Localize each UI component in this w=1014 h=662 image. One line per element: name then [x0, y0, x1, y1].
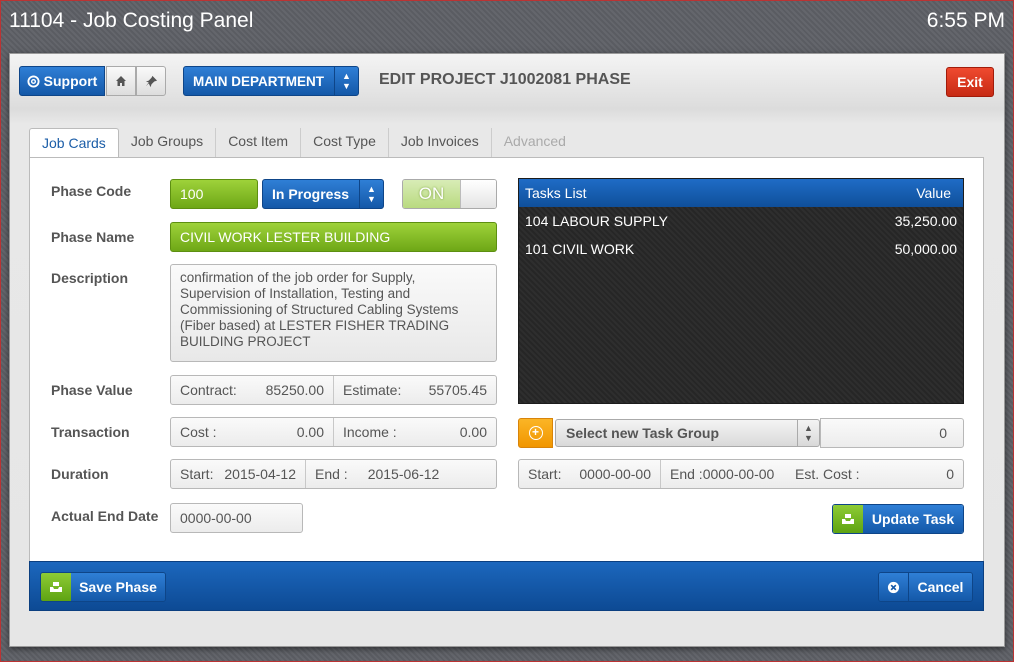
- start-date-cell[interactable]: Start: 2015-04-12: [171, 460, 305, 488]
- task-group-value-field[interactable]: 0: [820, 418, 964, 448]
- transaction-field: Cost : 0.00 Income : 0.00: [170, 417, 497, 447]
- est-cost-label: Est. Cost :: [795, 466, 860, 482]
- support-button[interactable]: Support: [19, 66, 105, 96]
- updown-arrow-icon: ▲ ▼: [797, 420, 819, 446]
- duration-field: Start: 2015-04-12 End : 2015-06-12: [170, 459, 497, 489]
- end-date-cell[interactable]: End : 2015-06-12: [305, 460, 496, 488]
- task-value: 50,000.00: [894, 241, 957, 257]
- duration-label: Duration: [51, 466, 109, 482]
- tab-cost-type[interactable]: Cost Type: [301, 128, 389, 158]
- task-start-cell[interactable]: Start: 0000-00-00: [519, 460, 660, 488]
- updown-arrow-icon: ▲ ▼: [359, 180, 383, 208]
- tab-job-invoices[interactable]: Job Invoices: [389, 128, 492, 158]
- est-cost-value: 0: [946, 466, 954, 482]
- actual-end-date-field[interactable]: 0000-00-00: [170, 503, 303, 533]
- status-select[interactable]: In Progress ▲ ▼: [262, 179, 384, 209]
- contract-cell: Contract: 85250.00: [171, 376, 333, 404]
- toggle-label: ON: [403, 180, 460, 208]
- cost-cell: Cost : 0.00: [171, 418, 333, 446]
- exit-button[interactable]: Exit: [946, 67, 994, 97]
- cancel-label: Cancel: [909, 573, 972, 601]
- start-label: Start:: [180, 466, 214, 482]
- phase-value-label: Phase Value: [51, 382, 133, 398]
- add-task-group-button[interactable]: +: [518, 418, 553, 448]
- save-phase-label: Save Phase: [71, 573, 165, 601]
- estimate-cell: Estimate: 55705.45: [333, 376, 496, 404]
- phase-code-field[interactable]: 100: [170, 179, 258, 209]
- clock: 6:55 PM: [926, 9, 1005, 32]
- description-label: Description: [51, 270, 129, 286]
- task-name: 101 CIVIL WORK: [525, 241, 635, 257]
- task-dates-field: Start: 0000-00-00 End :0000-00-00 Est. C…: [518, 459, 964, 489]
- footer-bar: Save Phase Cancel: [29, 561, 984, 611]
- update-task-button[interactable]: Update Task: [832, 504, 964, 534]
- toggle-knob: [460, 180, 496, 208]
- cost-value: 0.00: [296, 424, 324, 440]
- job-card-form: Phase Code 100 In Progress ▲ ▼ ON Phase N…: [29, 157, 984, 561]
- task-start-value: 0000-00-00: [579, 466, 651, 482]
- phase-name-label: Phase Name: [51, 229, 135, 245]
- end-value: 2015-06-12: [367, 466, 440, 482]
- home-icon: [116, 76, 126, 86]
- est-cost-cell[interactable]: Est. Cost : 0: [786, 460, 963, 488]
- task-value: 35,250.00: [894, 213, 957, 229]
- plus-icon: +: [528, 426, 543, 440]
- contract-label: Contract:: [180, 382, 237, 398]
- tab-job-groups[interactable]: Job Groups: [119, 128, 217, 158]
- tab-job-cards[interactable]: Job Cards: [29, 128, 119, 159]
- income-label: Income :: [343, 424, 397, 440]
- support-label: Support: [43, 73, 98, 89]
- on-off-toggle[interactable]: ON: [402, 179, 497, 209]
- tasks-header-value: Value: [916, 185, 951, 201]
- cancel-button[interactable]: Cancel: [878, 572, 973, 602]
- close-circle-icon: [879, 573, 909, 601]
- window-title: 11104 - Job Costing Panel: [9, 9, 254, 32]
- updown-arrow-icon: ▲ ▼: [334, 67, 358, 95]
- tab-bar: Job Cards Job Groups Cost Item Cost Type…: [29, 128, 578, 159]
- home-button[interactable]: [106, 66, 136, 96]
- cost-label: Cost :: [180, 424, 217, 440]
- list-item[interactable]: 104 LABOUR SUPPLY 35,250.00: [519, 207, 963, 235]
- task-group-select[interactable]: Select new Task Group ▲ ▼: [555, 419, 820, 447]
- page-title: EDIT PROJECT J1002081 PHASE: [379, 71, 631, 88]
- estimate-value: 55705.45: [428, 382, 487, 398]
- estimate-label: Estimate:: [343, 382, 402, 398]
- tasks-list: Tasks List Value 104 LABOUR SUPPLY 35,25…: [518, 178, 964, 404]
- tasks-list-header: Tasks List Value: [519, 179, 963, 207]
- tab-advanced: Advanced: [503, 133, 566, 149]
- phase-code-label: Phase Code: [51, 183, 132, 199]
- job-costing-panel: Support MAIN DEPARTMENT ▲ ▼ EDIT PROJECT …: [9, 53, 1005, 647]
- task-name: 104 LABOUR SUPPLY: [525, 213, 668, 229]
- tasks-header-name: Tasks List: [525, 185, 587, 201]
- start-value: 2015-04-12: [224, 466, 296, 482]
- save-phase-button[interactable]: Save Phase: [40, 572, 166, 602]
- transaction-label: Transaction: [51, 424, 130, 440]
- lifebuoy-icon: [27, 74, 40, 88]
- task-group-placeholder: Select new Task Group: [566, 425, 720, 441]
- income-cell: Income : 0.00: [333, 418, 496, 446]
- department-select[interactable]: MAIN DEPARTMENT ▲ ▼: [183, 66, 359, 96]
- actual-end-date-label: Actual End Date: [51, 508, 159, 524]
- tab-cost-item[interactable]: Cost Item: [216, 128, 302, 158]
- task-end-cell[interactable]: End :0000-00-00: [660, 460, 786, 488]
- end-label: End :: [315, 466, 348, 482]
- task-start-label: Start:: [528, 466, 562, 482]
- phase-name-field[interactable]: CIVIL WORK LESTER BUILDING: [170, 222, 497, 252]
- update-task-label: Update Task: [863, 505, 963, 533]
- department-label: MAIN DEPARTMENT: [193, 73, 324, 89]
- income-value: 0.00: [459, 424, 487, 440]
- list-item[interactable]: 101 CIVIL WORK 50,000.00: [519, 235, 963, 263]
- pin-icon: [145, 75, 157, 87]
- save-tray-icon: [833, 505, 863, 533]
- pin-button[interactable]: [136, 66, 166, 96]
- save-tray-icon: [41, 573, 71, 601]
- status-label: In Progress: [272, 186, 350, 202]
- task-end-text: End :0000-00-00: [670, 466, 775, 482]
- phase-value-field: Contract: 85250.00 Estimate: 55705.45: [170, 375, 497, 405]
- contract-value: 85250.00: [265, 382, 324, 398]
- title-bar: 11104 - Job Costing Panel 6:55 PM: [1, 1, 1013, 45]
- description-textarea[interactable]: confirmation of the job order for Supply…: [170, 264, 497, 362]
- task-group-row: + Select new Task Group ▲ ▼ 0: [518, 418, 964, 448]
